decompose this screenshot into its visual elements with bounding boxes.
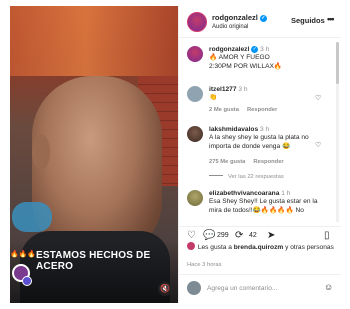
view-replies-button[interactable]: Ver las 22 respuestas <box>209 174 284 180</box>
comment-meta: 275 Me gusta Responder <box>209 159 292 165</box>
author-username-text[interactable]: rodgonzalezl <box>212 13 258 22</box>
comment-body-line2: 2:30PM POR WILLAX🔥 <box>209 62 283 70</box>
post-header: rodgonzalezl ✓ Audio original Seguidos ••… <box>179 6 341 38</box>
reply-button[interactable]: Responder <box>247 107 277 113</box>
scrollbar-thumb[interactable] <box>336 42 339 84</box>
repost-icon[interactable]: ⟳ <box>235 230 243 241</box>
comment-time: 3 h <box>238 86 248 93</box>
reply-button[interactable]: Responder <box>253 159 283 165</box>
comment-time: 1 h <box>281 190 291 197</box>
comment-icon[interactable]: 💬 <box>203 230 215 241</box>
speaker-muted-icon[interactable]: 🔇 <box>158 282 172 296</box>
comment-composer: Agrega un comentario... ☺ <box>179 274 341 303</box>
author-username[interactable]: rodgonzalezl ✓ <box>212 13 267 22</box>
video-avatar-badge <box>22 276 32 286</box>
liker-username[interactable]: brenda.quirozm <box>234 244 283 251</box>
share-icon[interactable]: ➤ <box>267 230 275 241</box>
comments-list[interactable]: rodgonzalezl ✓ 3 h 🔥 AMOR Y FUEGO 2:30PM … <box>179 40 341 226</box>
like-icon[interactable]: ♡ <box>187 230 196 241</box>
comment-likes[interactable]: 275 Me gusta <box>209 159 245 165</box>
comment-avatar[interactable] <box>187 126 203 142</box>
comment-text: lakshmidavalos 3 h A la shey shey le gus… <box>209 126 329 151</box>
repost-count: 42 <box>249 232 257 239</box>
comment-username[interactable]: itzel1277 <box>209 86 237 93</box>
comment-avatar[interactable] <box>187 86 203 102</box>
comment-time: 3 h <box>260 46 270 53</box>
comment-likes[interactable]: 2 Me gusta <box>209 107 239 113</box>
comment-body: 🔥 AMOR Y FUEGO <box>209 54 270 62</box>
video-subject-ear <box>32 134 50 170</box>
comment-username[interactable]: rodgonzalezl <box>209 46 249 53</box>
reel-video[interactable]: 🔥🔥🔥 ESTAMOS HECHOS DE ACERO 🔇 <box>10 6 178 303</box>
verified-icon: ✓ <box>259 15 267 22</box>
emoji-icon[interactable]: ☺ <box>324 282 333 292</box>
more-options-icon[interactable]: ••• <box>327 14 335 24</box>
current-user-avatar <box>187 281 201 295</box>
comment-username[interactable]: lakshmidavalos <box>209 126 258 133</box>
comment-meta: 2 Me gusta Responder <box>209 107 285 113</box>
likes-summary: Les gusta a brenda.quirozm y otras perso… <box>179 242 341 253</box>
comment-count: 299 <box>217 232 229 239</box>
post-panel: rodgonzalezl ✓ Audio original Seguidos ••… <box>178 6 341 303</box>
comment-time: 3 h <box>259 126 270 133</box>
caption-flames: 🔥🔥🔥 <box>10 251 37 258</box>
comment-body: A la shey shey le gusta la plata no impo… <box>209 134 309 150</box>
video-caption: ESTAMOS HECHOS DE ACERO <box>36 250 151 272</box>
comment-input[interactable]: Agrega un comentario... <box>207 285 277 292</box>
following-button[interactable]: Seguidos <box>291 16 325 25</box>
liker-avatar <box>187 242 195 250</box>
comment-avatar[interactable] <box>187 46 203 62</box>
comment-text: elizabethvivancoarana 1 h Esa Shey Shey!… <box>209 190 329 215</box>
heart-icon[interactable]: ♡ <box>315 94 321 102</box>
comment-body: 👏 <box>209 94 218 102</box>
comment-text: rodgonzalezl ✓ 3 h 🔥 AMOR Y FUEGO 2:30PM … <box>209 46 329 71</box>
author-avatar[interactable] <box>187 12 207 32</box>
save-icon[interactable]: ▯ <box>324 230 330 241</box>
verified-icon: ✓ <box>251 46 259 53</box>
video-background <box>10 6 178 76</box>
likes-suffix[interactable]: y otras personas <box>285 244 334 251</box>
comment-body: Esa Shey Shey!! Le gusta estar en la mir… <box>209 198 318 214</box>
post-modal: 🔥🔥🔥 ESTAMOS HECHOS DE ACERO 🔇 rodgonzale… <box>10 6 341 303</box>
video-subject <box>32 76 162 256</box>
audio-label[interactable]: Audio original <box>212 24 248 30</box>
comment-username[interactable]: elizabethvivancoarana <box>209 190 279 197</box>
comment-avatar[interactable] <box>187 190 203 206</box>
likes-prefix: Les gusta a <box>197 244 232 251</box>
heart-icon[interactable]: ♡ <box>315 141 321 149</box>
post-timestamp: Hace 3 horas <box>187 262 222 268</box>
video-microphone <box>12 202 52 232</box>
comment-text: itzel1277 3 h 👏 <box>209 86 329 103</box>
